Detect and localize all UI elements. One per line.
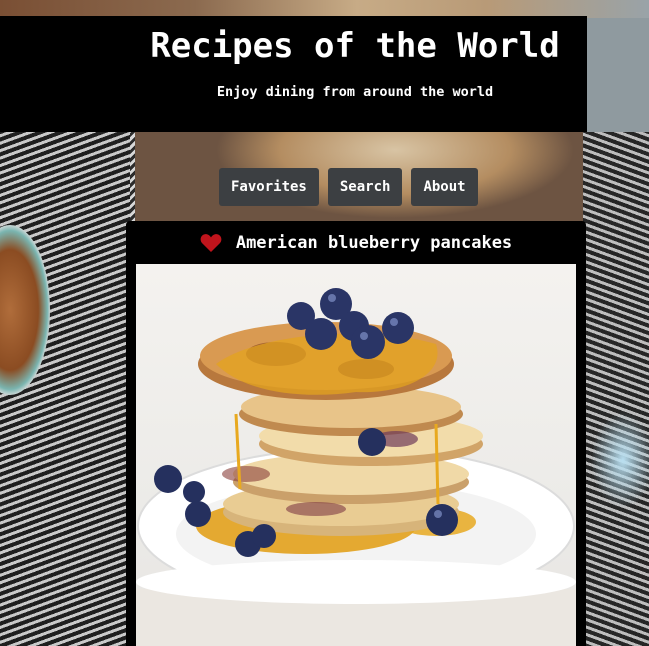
nav-favorites-button[interactable]: Favorites <box>219 168 319 206</box>
background-right-dish <box>587 18 649 132</box>
site-title: Recipes of the World <box>150 26 560 66</box>
site-subtitle: Enjoy dining from around the world <box>216 84 494 100</box>
nav-about-button[interactable]: About <box>411 168 478 206</box>
recipe-title: American blueberry pancakes <box>235 232 513 253</box>
main-nav: Favorites Search About <box>219 168 478 206</box>
recipe-card-header: American blueberry pancakes <box>126 221 586 264</box>
site-header: Recipes of the World Enjoy dining from a… <box>0 16 587 132</box>
nav-search-button[interactable]: Search <box>327 168 403 206</box>
pancake-stack-illustration <box>136 288 576 646</box>
heart-icon[interactable] <box>200 233 222 253</box>
background-right-cloth <box>583 130 649 646</box>
recipe-image[interactable] <box>136 264 576 646</box>
recipe-card: American blueberry pancakes <box>126 221 586 646</box>
